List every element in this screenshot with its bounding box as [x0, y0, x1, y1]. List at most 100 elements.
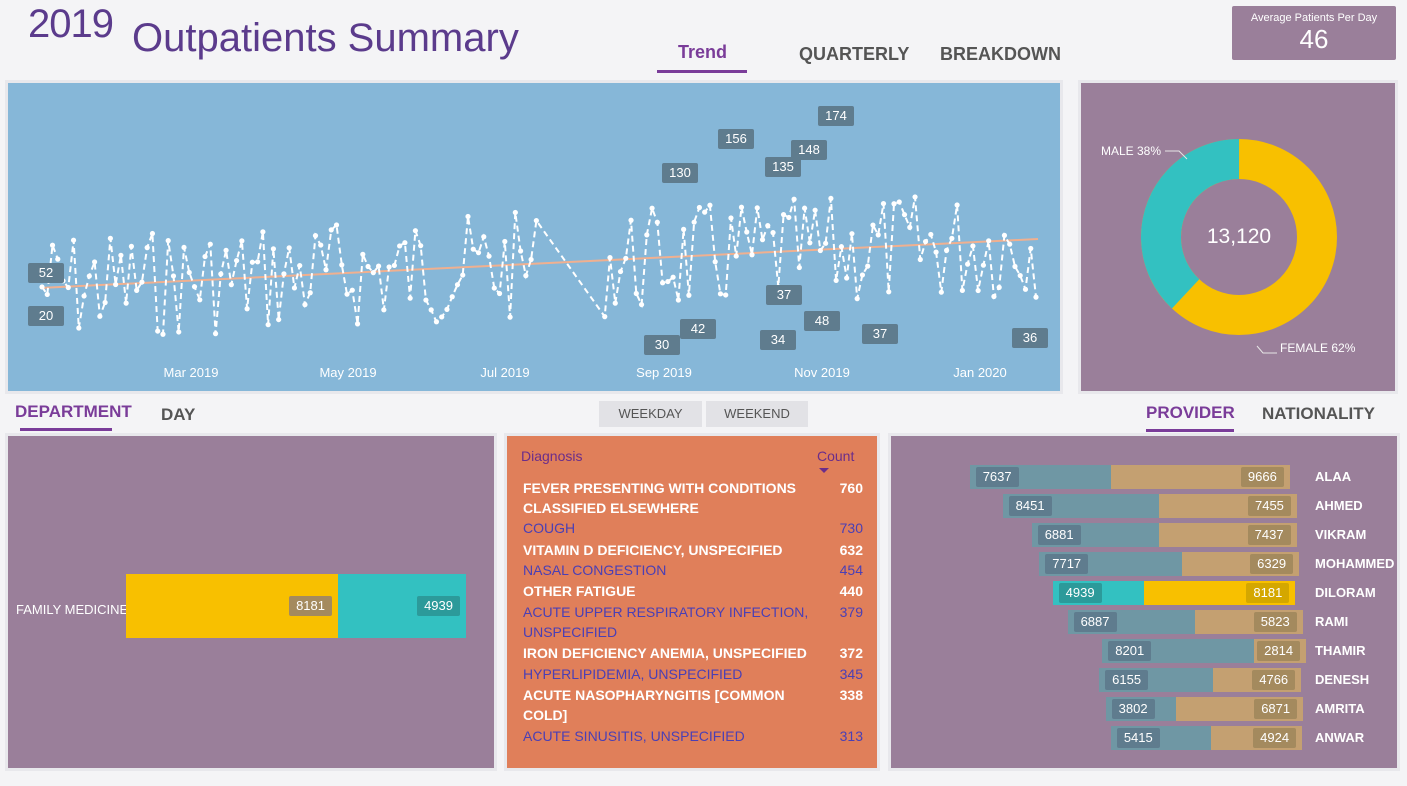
provider-male-bar[interactable]: 6155: [1099, 668, 1213, 692]
provider-female-bar[interactable]: 8181: [1144, 581, 1296, 605]
provider-male-bar[interactable]: 3802: [1105, 697, 1176, 721]
table-row[interactable]: ACUTE NASOPHARYNGITIS [COMMON COLD] 338: [523, 685, 863, 725]
tab-department[interactable]: DEPARTMENT: [15, 402, 132, 422]
peak-value-label: 37: [766, 285, 802, 305]
provider-male-bar[interactable]: 6881: [1031, 523, 1159, 547]
tab-nationality[interactable]: NATIONALITY: [1262, 404, 1375, 424]
diagnosis-panel: Diagnosis Count FEVER PRESENTING WITH CO…: [504, 433, 880, 771]
provider-male-bar[interactable]: 5415: [1110, 726, 1211, 750]
department-male-segment[interactable]: 4939: [338, 574, 466, 638]
provider-male-bar[interactable]: 8201: [1102, 639, 1254, 663]
provider-name[interactable]: MOHAMMED: [1315, 556, 1394, 571]
department-bar[interactable]: 8181 4939: [126, 574, 466, 638]
peak-value-label: 20: [28, 306, 64, 326]
provider-female-value: 5823: [1253, 612, 1297, 632]
diagnosis-header[interactable]: Diagnosis: [521, 448, 582, 464]
provider-name[interactable]: RAMI: [1315, 614, 1348, 629]
provider-female-bar[interactable]: 5823: [1195, 610, 1303, 634]
provider-name[interactable]: ANWAR: [1315, 730, 1364, 745]
provider-female-bar[interactable]: 6329: [1182, 552, 1300, 576]
provider-male-bar[interactable]: 7717: [1039, 552, 1182, 576]
kpi-card: Average Patients Per Day 46: [1232, 6, 1396, 60]
diagnosis-name: FEVER PRESENTING WITH CONDITIONS CLASSIF…: [523, 480, 797, 516]
peak-value-label: 52: [28, 263, 64, 283]
table-row[interactable]: IRON DEFICIENCY ANEMIA, UNSPECIFIED 372: [523, 643, 863, 663]
provider-female-bar[interactable]: 7437: [1159, 523, 1297, 547]
female-leader-line: [1256, 345, 1277, 354]
kpi-value: 46: [1299, 24, 1329, 54]
provider-female-value: 9666: [1240, 467, 1284, 487]
diagnosis-count: 440: [839, 583, 863, 599]
provider-female-bar[interactable]: 9666: [1111, 465, 1290, 489]
tab-day[interactable]: DAY: [161, 405, 195, 425]
weekend-button[interactable]: WEEKEND: [706, 401, 808, 427]
provider-male-value: 8201: [1108, 641, 1152, 661]
x-tick-label: Sep 2019: [636, 365, 692, 380]
tab-department-underline: [20, 428, 112, 431]
provider-male-value: 5415: [1116, 728, 1160, 748]
tab-quarterly[interactable]: QUARTERLY: [799, 44, 909, 65]
peak-value-label: 36: [1012, 328, 1048, 348]
table-row[interactable]: COUGH 730: [523, 518, 863, 538]
tab-trend[interactable]: Trend: [678, 42, 727, 63]
peak-value-label: 48: [804, 311, 840, 331]
tab-breakdown[interactable]: BREAKDOWN: [940, 44, 1061, 65]
page-title: Outpatients Summary: [132, 16, 519, 60]
table-row[interactable]: FEVER PRESENTING WITH CONDITIONS CLASSIF…: [523, 478, 863, 518]
department-name: FAMILY MEDICINE: [16, 602, 129, 617]
provider-name[interactable]: DENESH: [1315, 672, 1369, 687]
table-row[interactable]: OTHER FATIGUE 440: [523, 581, 863, 601]
diagnosis-count: 379: [839, 604, 863, 620]
provider-female-value: 6871: [1254, 699, 1298, 719]
provider-female-bar[interactable]: 2814: [1254, 639, 1307, 663]
provider-name[interactable]: DILORAM: [1315, 585, 1376, 600]
gender-panel: 13,120 MALE 38% FEMALE 62%: [1078, 80, 1398, 394]
provider-male-bar[interactable]: 6887: [1067, 610, 1195, 634]
weekday-button[interactable]: WEEKDAY: [599, 401, 702, 427]
table-row[interactable]: ACUTE UPPER RESPIRATORY INFECTION, UNSPE…: [523, 602, 863, 642]
trend-panel: Mar 2019 May 2019 Jul 2019 Sep 2019 Nov 2019…: [5, 80, 1063, 394]
provider-female-bar[interactable]: 6871: [1176, 697, 1304, 721]
diagnosis-count: 313: [839, 728, 863, 744]
provider-male-value: 4939: [1058, 583, 1102, 603]
diagnosis-name: COUGH: [523, 520, 576, 536]
provider-male-bar[interactable]: 7637: [969, 465, 1111, 489]
provider-female-value: 4924: [1253, 728, 1297, 748]
provider-name[interactable]: AMRITA: [1315, 701, 1365, 716]
provider-female-bar[interactable]: 4924: [1211, 726, 1303, 750]
department-female-value: 8181: [289, 596, 332, 616]
provider-male-bar[interactable]: 4939: [1052, 581, 1144, 605]
provider-female-value: 6329: [1250, 554, 1294, 574]
table-row[interactable]: NASAL CONGESTION 454: [523, 560, 863, 580]
provider-male-value: 6881: [1037, 525, 1081, 545]
provider-male-bar[interactable]: 8451: [1002, 494, 1159, 518]
provider-female-bar[interactable]: 4766: [1213, 668, 1302, 692]
tab-provider[interactable]: PROVIDER: [1146, 403, 1235, 423]
table-row[interactable]: ACUTE SINUSITIS, UNSPECIFIED 313: [523, 726, 863, 746]
provider-name[interactable]: VIKRAM: [1315, 527, 1366, 542]
table-row[interactable]: HYPERLIPIDEMIA, UNSPECIFIED 345: [523, 664, 863, 684]
peak-value-label: 34: [760, 330, 796, 350]
count-header[interactable]: Count: [817, 448, 854, 464]
x-tick-label: May 2019: [319, 365, 377, 380]
provider-name[interactable]: THAMIR: [1315, 643, 1366, 658]
peak-value-label: 37: [862, 324, 898, 344]
provider-male-value: 6887: [1073, 612, 1117, 632]
x-tick-label: Nov 2019: [794, 365, 850, 380]
provider-male-value: 6155: [1105, 670, 1149, 690]
sort-desc-icon: [819, 468, 829, 473]
diagnosis-name: VITAMIN D DEFICIENCY, UNSPECIFIED: [523, 542, 783, 558]
provider-female-bar[interactable]: 7455: [1159, 494, 1297, 518]
department-female-segment[interactable]: 8181: [126, 574, 338, 638]
provider-name[interactable]: AHMED: [1315, 498, 1363, 513]
provider-male-value: 3802: [1111, 699, 1155, 719]
diagnosis-count: 730: [839, 520, 863, 536]
diagnosis-name: HYPERLIPIDEMIA, UNSPECIFIED: [523, 666, 743, 682]
female-label: FEMALE 62%: [1280, 341, 1356, 355]
table-row[interactable]: VITAMIN D DEFICIENCY, UNSPECIFIED 632: [523, 540, 863, 560]
diagnosis-name: ACUTE NASOPHARYNGITIS [COMMON COLD]: [523, 687, 785, 723]
peak-value-label: 174: [818, 106, 854, 126]
provider-name[interactable]: ALAA: [1315, 469, 1351, 484]
provider-female-value: 7455: [1247, 496, 1291, 516]
diagnosis-count: 760: [839, 480, 863, 496]
